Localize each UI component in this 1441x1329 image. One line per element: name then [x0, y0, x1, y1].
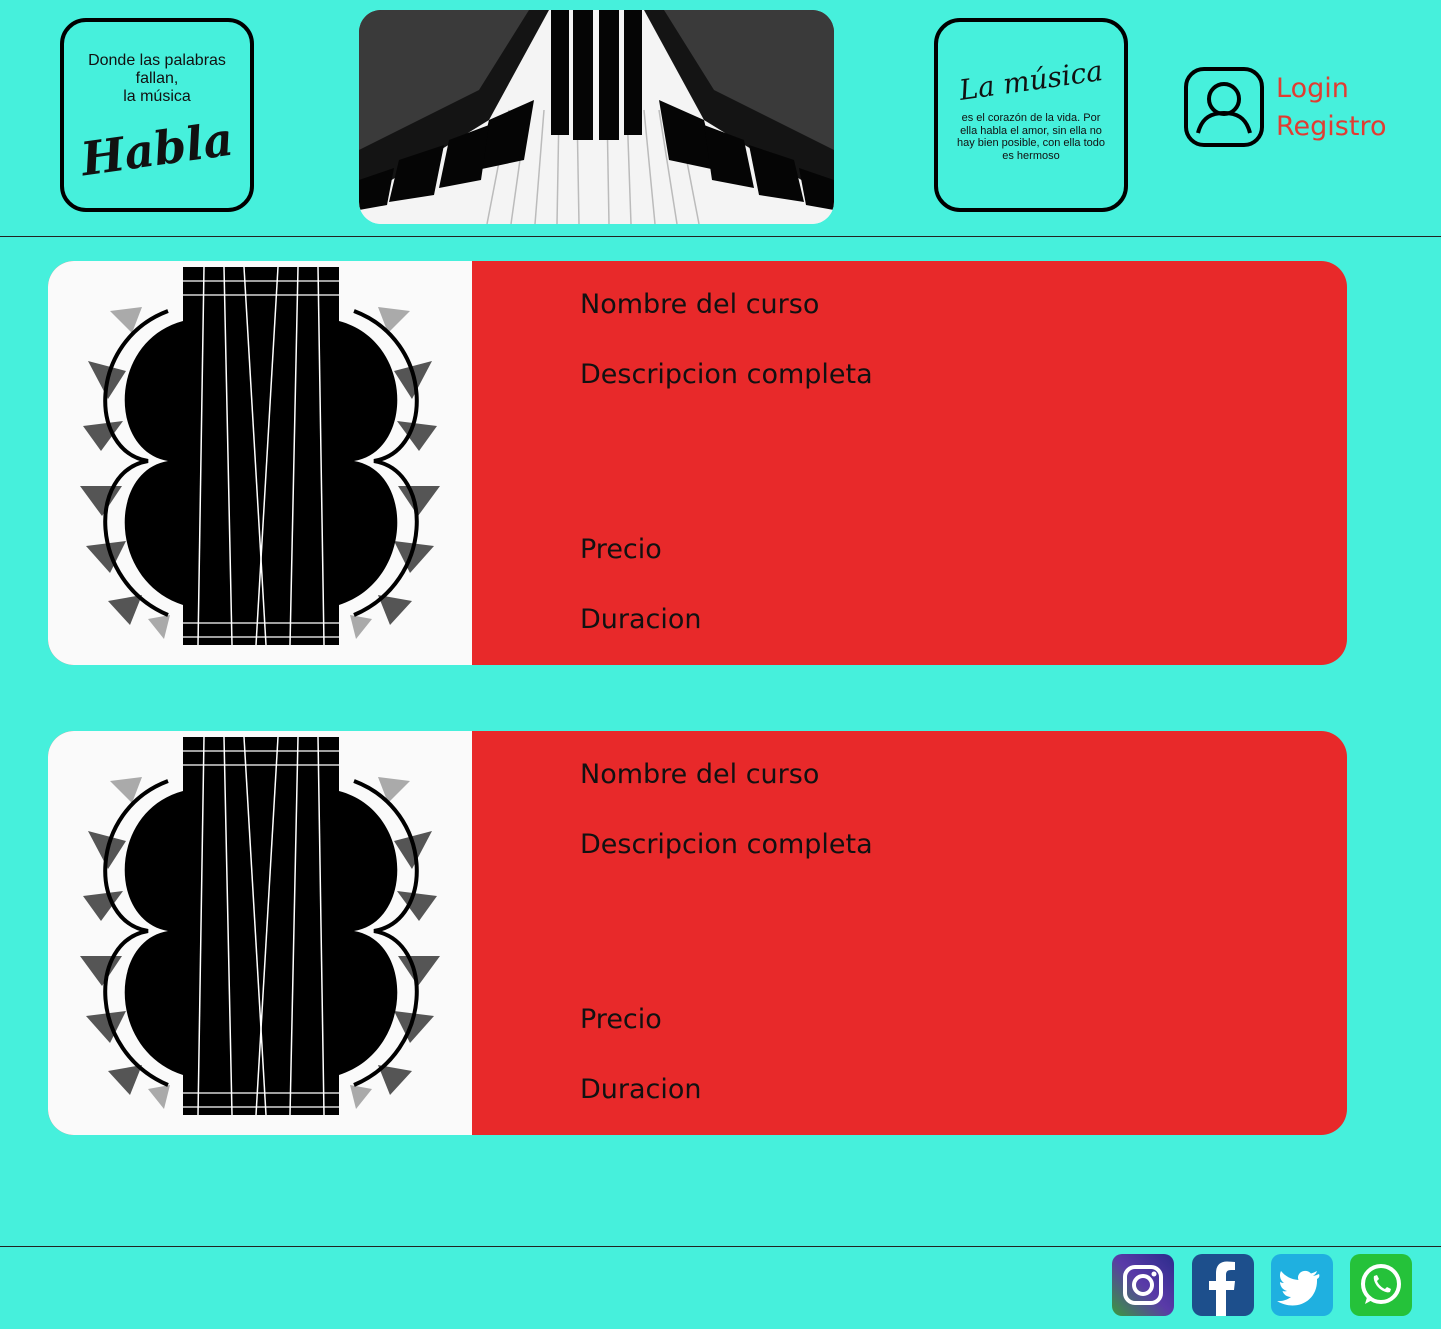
course-name: Nombre del curso [580, 759, 820, 790]
course-duration: Duracion [580, 604, 702, 635]
course-price: Precio [580, 534, 662, 565]
piano-banner-image [359, 10, 834, 224]
course-guitar-image [48, 261, 472, 665]
course-card[interactable]: Nombre del curso Descripcion completa Pr… [48, 731, 1347, 1135]
quote-left-line3: la música [123, 88, 191, 105]
course-card[interactable]: Nombre del curso Descripcion completa Pr… [48, 261, 1347, 665]
quote-card-right: La música es el corazón de la vida. Por … [934, 18, 1128, 212]
quote-left-script: Habla [77, 111, 237, 187]
quote-left-line2: fallan, [135, 70, 179, 87]
auth-links: Login Registro [1276, 70, 1386, 146]
facebook-icon[interactable] [1192, 1254, 1254, 1316]
header: Donde las palabras fallan, la música Hab… [0, 0, 1441, 237]
course-duration: Duracion [580, 1074, 702, 1105]
whatsapp-icon[interactable] [1350, 1254, 1412, 1316]
quote-card-left: Donde las palabras fallan, la música Hab… [60, 18, 254, 212]
instagram-icon[interactable] [1112, 1254, 1174, 1316]
course-guitar-image [48, 731, 472, 1135]
course-price: Precio [580, 1004, 662, 1035]
quote-right-script: La música [957, 54, 1105, 107]
course-description: Descripcion completa [580, 359, 873, 390]
register-link[interactable]: Registro [1276, 108, 1386, 146]
course-description: Descripcion completa [580, 829, 873, 860]
login-link[interactable]: Login [1276, 70, 1386, 108]
quote-right-text: es el corazón de la vida. Por ella habla… [957, 112, 1105, 162]
twitter-icon[interactable] [1271, 1254, 1333, 1316]
user-icon[interactable] [1184, 67, 1264, 147]
course-name: Nombre del curso [580, 289, 820, 320]
quote-left-text: Donde las palabras fallan, la música [64, 52, 250, 106]
page: Donde las palabras fallan, la música Hab… [0, 0, 1441, 1329]
quote-left-line1: Donde las palabras [88, 52, 226, 69]
